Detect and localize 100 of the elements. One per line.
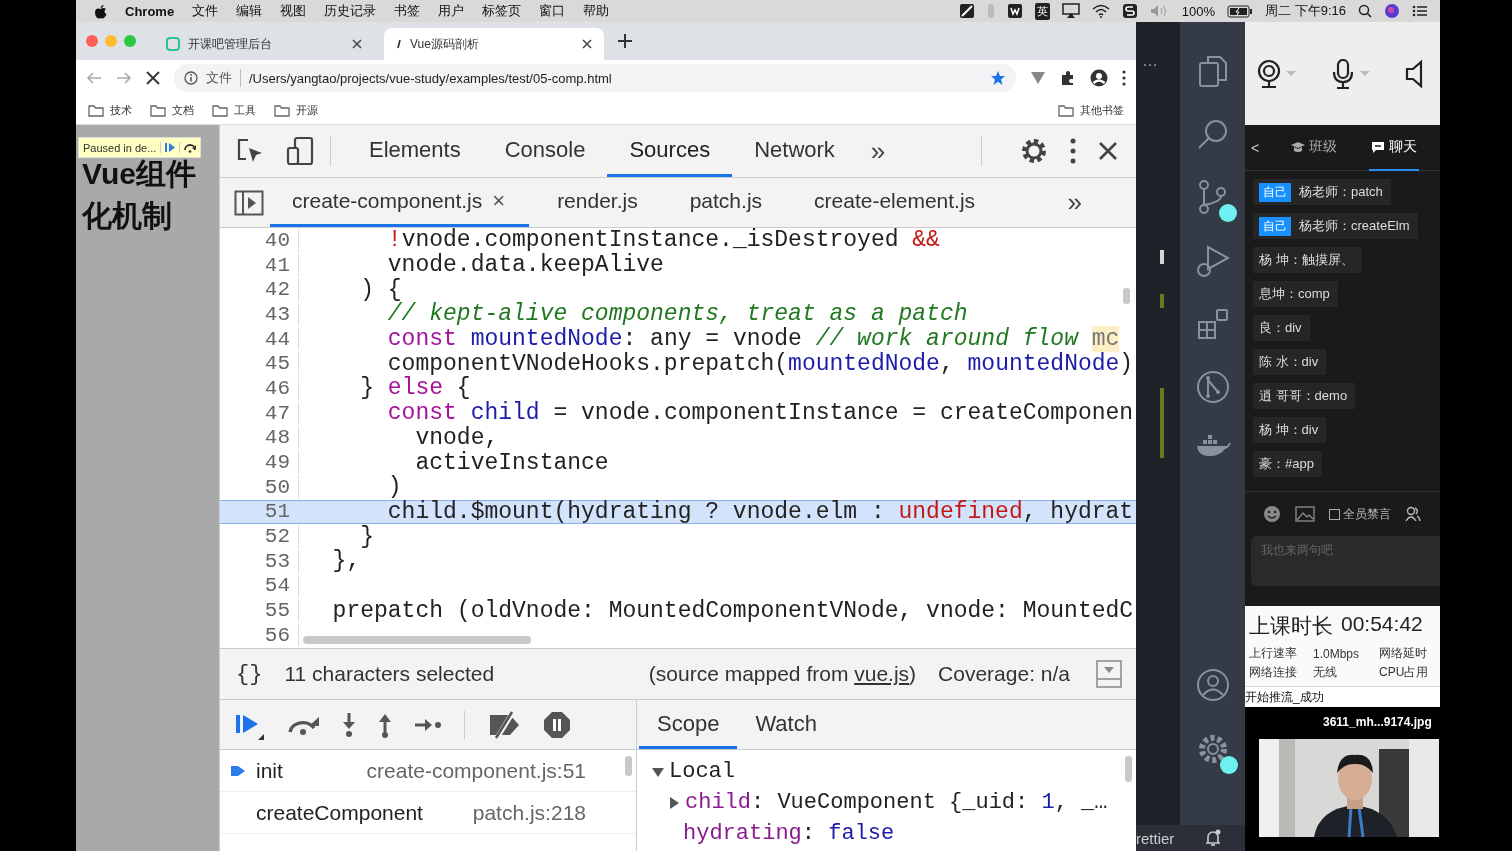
menu-item[interactable]: 视图 xyxy=(280,2,307,20)
bookmark[interactable]: 其他书签 xyxy=(1058,102,1124,118)
battery-icon[interactable] xyxy=(1227,4,1254,18)
clock[interactable]: 周二 下午9:16 xyxy=(1265,2,1346,20)
source-control-icon[interactable] xyxy=(1196,180,1229,214)
tile-icon[interactable] xyxy=(1006,3,1023,19)
branch-circle-icon[interactable] xyxy=(1195,370,1230,404)
menu-item[interactable]: 书签 xyxy=(394,2,421,20)
line-number[interactable]: 42 xyxy=(220,278,299,302)
emoji-icon[interactable] xyxy=(1263,505,1281,523)
back-button[interactable]: < xyxy=(1251,139,1260,156)
wifi-icon[interactable] xyxy=(1091,4,1110,18)
scrollbar-thumb[interactable] xyxy=(1125,756,1132,782)
more-files-button[interactable]: » xyxy=(1053,187,1096,218)
line-number[interactable]: 43 xyxy=(220,303,299,326)
settings-icon[interactable] xyxy=(1020,137,1048,165)
input-method[interactable]: 英 xyxy=(1034,2,1050,20)
address-bar[interactable]: 文件 /Users/yangtao/projects/vue-study/examples/test/05-comp.html xyxy=(174,64,1016,92)
line-number[interactable]: 47 xyxy=(220,401,299,425)
menu-item[interactable]: 文件 xyxy=(192,2,219,20)
screen-icon[interactable] xyxy=(1061,3,1080,19)
browser-tab[interactable]: 开课吧管理后台 xyxy=(154,28,374,60)
source-link[interactable]: vue.js xyxy=(854,662,910,686)
step-over-icon[interactable] xyxy=(183,142,198,153)
line-number[interactable]: 56 xyxy=(220,624,299,647)
scrollbar-thumb[interactable] xyxy=(303,636,531,644)
run-debug-icon[interactable] xyxy=(1195,244,1230,278)
close-icon[interactable] xyxy=(352,39,362,49)
close-icon[interactable] xyxy=(582,39,592,49)
panel-tab[interactable]: Console xyxy=(482,125,608,177)
sidebar-tab[interactable]: Scope xyxy=(639,701,738,749)
people-icon[interactable] xyxy=(1405,506,1421,522)
panel-tab[interactable]: Elements xyxy=(347,125,483,177)
step-into-icon[interactable] xyxy=(342,711,356,738)
line-number[interactable]: 44 xyxy=(220,327,299,351)
line-number[interactable]: 46 xyxy=(220,377,299,400)
pretty-print-button[interactable]: {} xyxy=(236,661,263,687)
pen-icon[interactable] xyxy=(958,3,975,19)
webcam-icon[interactable] xyxy=(1257,58,1297,89)
line-number[interactable]: 40 xyxy=(220,229,299,252)
line-number[interactable]: 49 xyxy=(220,451,299,474)
line-number[interactable]: 50 xyxy=(220,475,299,499)
menu-item[interactable]: 历史记录 xyxy=(324,2,377,20)
menu-item[interactable]: 窗口 xyxy=(539,2,566,20)
scrollbar-thumb[interactable] xyxy=(1123,288,1130,304)
whale-icon[interactable] xyxy=(1194,434,1231,458)
chat-tab[interactable]: 班级 xyxy=(1289,124,1340,171)
puzzle-icon[interactable] xyxy=(1060,70,1076,86)
step-icon[interactable] xyxy=(414,717,442,732)
panel-tab[interactable]: Network xyxy=(732,125,857,177)
deactivate-breakpoints-icon[interactable] xyxy=(487,710,521,739)
device-icon[interactable] xyxy=(286,136,314,166)
chat-tab[interactable]: 聊天 xyxy=(1369,124,1420,171)
bookmark[interactable]: 技术 xyxy=(88,102,132,118)
bell-icon[interactable] xyxy=(1204,829,1223,847)
search-icon[interactable] xyxy=(1358,4,1372,18)
chevron-icon[interactable] xyxy=(1030,71,1046,85)
speaker-icon[interactable] xyxy=(1405,58,1425,89)
bookmark[interactable]: 文档 xyxy=(150,102,194,118)
orb-icon[interactable] xyxy=(1384,3,1400,19)
microphone-icon[interactable] xyxy=(1331,58,1371,89)
close-icon[interactable] xyxy=(1098,141,1118,161)
kebab-icon[interactable] xyxy=(1070,138,1076,164)
stop-icon[interactable] xyxy=(146,71,160,85)
more-tabs-button[interactable]: » xyxy=(856,135,900,167)
line-number[interactable]: 55 xyxy=(220,599,299,622)
line-number[interactable]: 45 xyxy=(220,352,299,376)
line-number[interactable]: 53 xyxy=(220,549,299,573)
image-icon[interactable] xyxy=(1295,506,1315,522)
star-icon[interactable] xyxy=(990,70,1006,86)
extensions-icon[interactable] xyxy=(1196,308,1229,340)
menu-item[interactable]: 编辑 xyxy=(236,2,263,20)
pause-icon[interactable] xyxy=(543,710,571,739)
scrollbar-thumb[interactable] xyxy=(625,756,632,776)
bookmark[interactable]: 工具 xyxy=(212,102,256,118)
expand-triangle-icon[interactable] xyxy=(667,795,681,810)
sidebar-tab[interactable]: Watch xyxy=(737,701,835,749)
line-number[interactable]: 52 xyxy=(220,525,299,548)
bookmark[interactable]: 开源 xyxy=(274,102,318,118)
line-number[interactable]: 51 xyxy=(220,500,299,524)
tile-icon[interactable] xyxy=(1121,3,1138,19)
line-number[interactable]: 41 xyxy=(220,253,299,277)
account-icon[interactable] xyxy=(1195,668,1230,702)
kebab-icon[interactable] xyxy=(1122,70,1126,86)
profile-icon[interactable] xyxy=(1090,69,1108,87)
sidebar-toggle-icon[interactable] xyxy=(234,189,264,216)
app-menu[interactable]: Chrome xyxy=(125,3,175,19)
file-tab[interactable]: create-element.js xyxy=(792,178,1000,227)
list-icon[interactable] xyxy=(1412,5,1428,17)
menu-item[interactable]: 用户 xyxy=(438,2,465,20)
file-tab[interactable]: patch.js xyxy=(667,178,787,227)
mute-all-checkbox[interactable]: 全员禁言 xyxy=(1329,505,1391,523)
line-number[interactable]: 54 xyxy=(220,574,299,598)
menu-item[interactable]: 帮助 xyxy=(583,2,610,20)
menu-item[interactable]: 标签页 xyxy=(482,2,522,20)
drawer-icon[interactable] xyxy=(1096,660,1122,688)
resume-icon[interactable] xyxy=(164,142,177,153)
line-number[interactable]: 48 xyxy=(220,426,299,450)
call-frame[interactable]: createComponent patch.js:218 xyxy=(220,792,636,834)
browser-tab[interactable]: Vue源码剖析 xyxy=(384,28,604,60)
